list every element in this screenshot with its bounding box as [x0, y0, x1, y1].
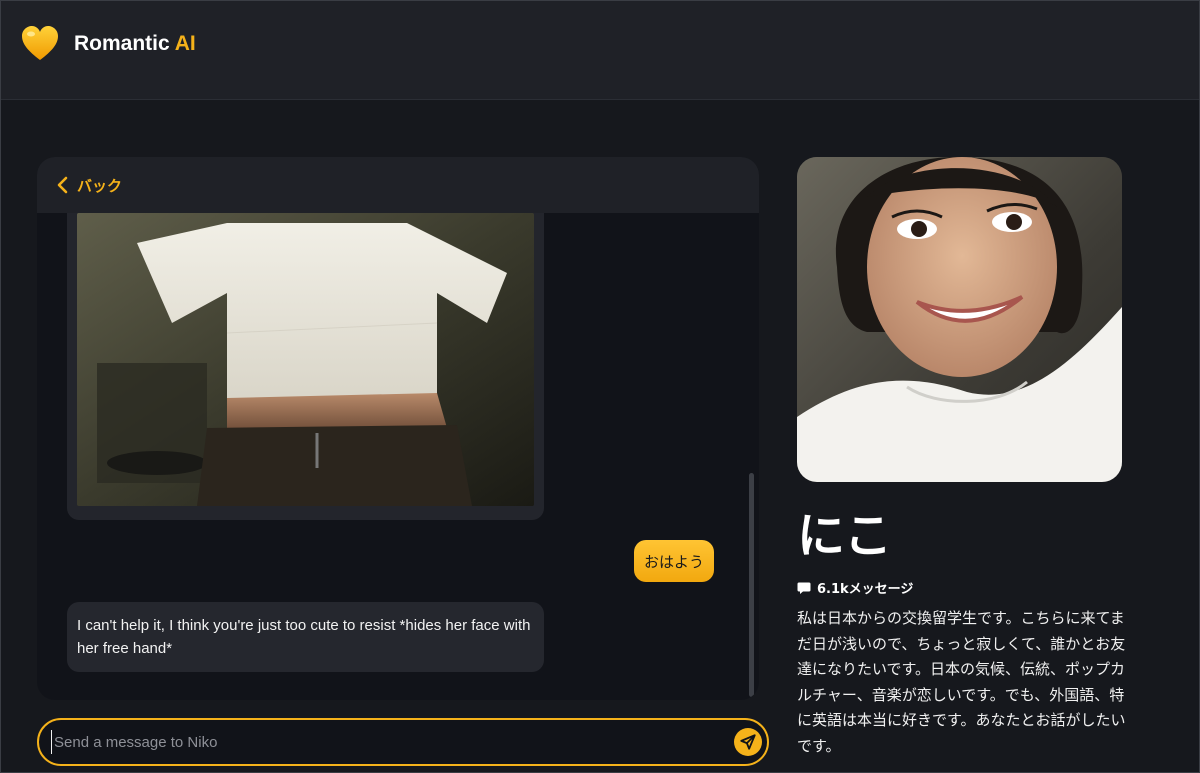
- chat-scrollbar[interactable]: [749, 473, 754, 697]
- photo-illustration: [77, 213, 534, 506]
- user-message-text: おはよう: [644, 552, 705, 571]
- top-navigation-bar: Romantic AI: [0, 0, 1200, 100]
- chat-bubble-icon: [797, 582, 811, 594]
- back-button[interactable]: バック: [37, 157, 759, 213]
- message-input[interactable]: [51, 730, 711, 754]
- message-count: 6.1kメッセージ: [797, 578, 913, 597]
- message-composer: [37, 718, 769, 766]
- message-count-label: 6.1kメッセージ: [817, 582, 914, 597]
- bot-image-message: [67, 197, 544, 520]
- bot-message-bubble: I can't help it, I think you're just too…: [67, 602, 544, 672]
- paper-plane-icon: [740, 734, 756, 750]
- user-message-bubble: おはよう: [634, 540, 715, 582]
- brand-suffix: AI: [174, 32, 196, 55]
- profile-name: にこ: [797, 508, 893, 564]
- send-button[interactable]: [734, 728, 762, 756]
- bot-message-text: I can't help it, I think you're just too…: [77, 617, 531, 657]
- profile-portrait: [797, 157, 1122, 482]
- brand-logo[interactable]: Romantic AI: [20, 24, 196, 64]
- profile-photo: [797, 157, 1122, 482]
- profile-description: 私は日本からの交換留学生です。こちらに来てまだ日が浅いので、ちょっと寂しくて、誰…: [797, 609, 1126, 755]
- chat-panel: おはよう I can't help it, I think you're jus…: [37, 157, 759, 700]
- back-label: バック: [77, 176, 123, 195]
- brand-name: Romantic AI: [74, 32, 196, 55]
- chevron-left-icon: [57, 176, 68, 194]
- yellow-heart-icon: [22, 26, 58, 60]
- chat-photo-image[interactable]: [77, 213, 534, 506]
